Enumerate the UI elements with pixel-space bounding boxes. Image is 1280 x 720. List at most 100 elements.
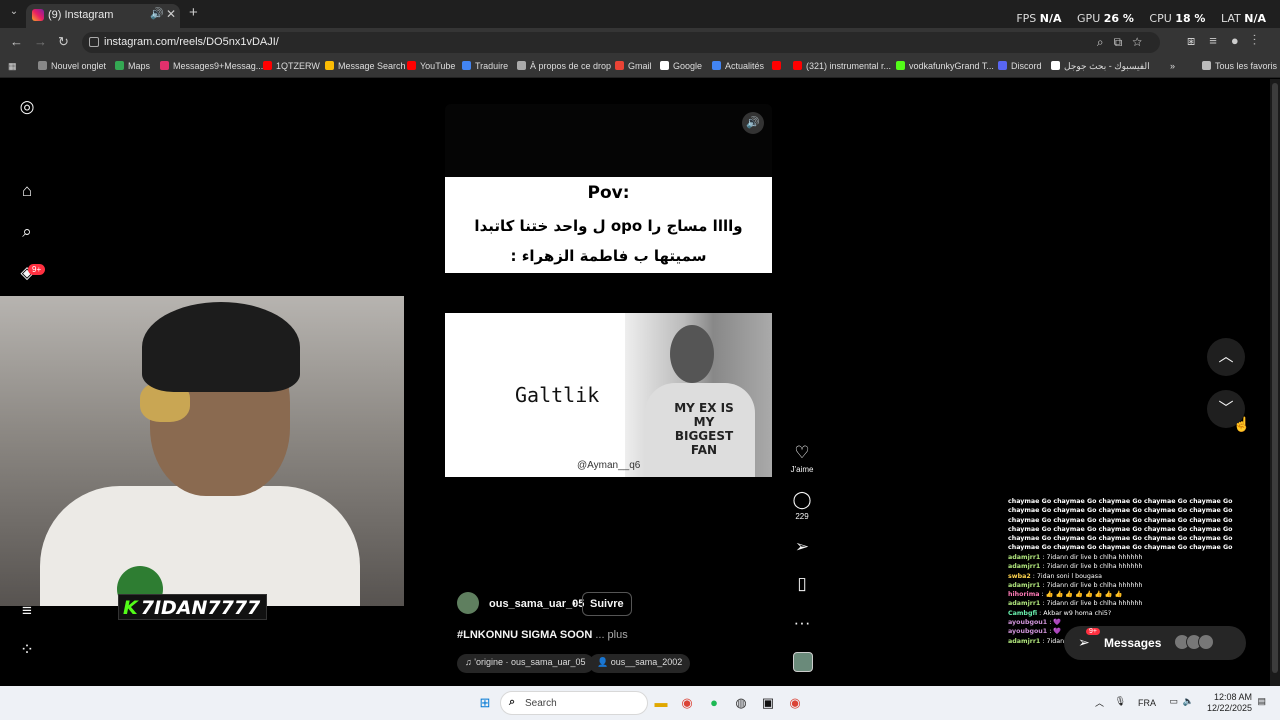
terminal-icon[interactable]: ▣ — [759, 694, 777, 712]
zoom-icon[interactable]: ⌕ — [1097, 35, 1114, 49]
bookmark-item[interactable]: vodkafunkyGrand T... — [896, 61, 994, 71]
tray-overflow-icon[interactable]: ︿ — [1095, 696, 1104, 709]
account-name[interactable]: ous_sama_uar_05 — [489, 598, 584, 610]
chat-username[interactable]: adamjrr1 — [1008, 600, 1040, 607]
webcam-beanie — [142, 302, 300, 392]
taskbar-clock[interactable]: 12:08 AM 12/22/2025 — [1206, 692, 1252, 714]
chat-username[interactable]: ayoubgou1 — [1008, 619, 1047, 626]
url-omnibox[interactable]: instagram.com/reels/DO5nx1vDAJI/ ⌕⧉☆ — [82, 32, 1160, 53]
chat-text: : 7idann dir live b chlha hhhhhh — [1042, 600, 1143, 608]
follow-button[interactable]: Suivre — [582, 592, 632, 616]
search-icon[interactable]: ⌕ — [17, 222, 37, 242]
chat-username[interactable]: adamjrr1 — [1008, 563, 1040, 570]
bookmark-item[interactable]: YouTube — [407, 61, 455, 71]
caption-arabic-text: واااا مساج را opo ل واحد ختنا كاتبدا سمي… — [474, 217, 743, 265]
bookmark-item[interactable]: Google — [660, 61, 702, 71]
tab-close-icon[interactable]: ✕ — [166, 7, 176, 21]
separator-dot: • — [572, 598, 576, 610]
reel-account-row: ous_sama_uar_05 • Suivre — [457, 592, 757, 616]
mute-toggle-icon[interactable]: 🔊 — [742, 112, 764, 134]
spotify-icon[interactable]: ● — [705, 694, 723, 712]
reload-icon[interactable]: ↻ — [58, 34, 69, 50]
bookmark-item[interactable]: Gmail — [615, 61, 652, 71]
bookmark-item[interactable]: Actualités — [712, 61, 764, 71]
chat-text: : 💜 — [1049, 628, 1062, 636]
bookmark-item[interactable]: (321) instrumental r... — [793, 61, 891, 71]
extensions-icon[interactable]: ⧆ — [1187, 33, 1209, 48]
bookmark-star-icon[interactable]: ☆ — [1132, 35, 1152, 49]
chat-username[interactable]: adamjrr1 — [1008, 638, 1040, 645]
chat-username[interactable]: swba2 — [1008, 573, 1031, 580]
apps-grid-icon[interactable]: ▦ — [8, 61, 17, 72]
media-control-icon[interactable]: ≡ — [1209, 33, 1231, 48]
meme-watermark: @Ayman__q6 — [577, 460, 641, 471]
new-tab-button[interactable]: + — [189, 4, 198, 21]
share-icon[interactable]: ➢ — [788, 537, 816, 557]
more-link[interactable]: ... plus — [595, 629, 627, 641]
audio-thumbnail[interactable] — [793, 652, 813, 672]
menu-kebab-icon[interactable]: ⋮ — [1253, 33, 1270, 48]
obs-icon[interactable]: ◍ — [732, 694, 750, 712]
bookmark-item[interactable]: Maps — [115, 61, 150, 71]
taskbar-search[interactable]: ⌕ Search — [500, 691, 648, 715]
taskbar-search-label: Search — [525, 698, 557, 709]
meta-apps-icon[interactable]: ⁘ — [17, 640, 37, 660]
profile-avatar-icon[interactable]: ● — [1231, 33, 1253, 48]
reel-video[interactable]: 🔊 Pov: واااا مساج را opo ل واحد ختنا كات… — [445, 104, 772, 686]
bookmark-item[interactable]: Message Search — [325, 61, 406, 71]
chrome-active-icon[interactable]: ◉ — [786, 694, 804, 712]
save-bookmark-icon[interactable]: ▯ — [788, 574, 816, 594]
site-info-icon[interactable] — [89, 37, 99, 47]
chat-username[interactable]: adamjrr1 — [1008, 582, 1040, 589]
back-arrow-icon[interactable]: ← — [10, 34, 23, 49]
bookmark-item[interactable]: Discord — [998, 61, 1042, 71]
notification-center-icon[interactable]: ▤ — [1257, 696, 1266, 707]
collab-chip[interactable]: 👤 ous__sama_2002 — [589, 654, 691, 673]
bookmark-item[interactable]: الفيسبوك - بحث جوجل — [1051, 61, 1150, 72]
url-text[interactable]: instagram.com/reels/DO5nx1vDAJI/ — [104, 36, 279, 48]
messages-badge: 9+ — [1086, 628, 1100, 635]
lat-label: LAT — [1220, 12, 1241, 25]
file-explorer-icon[interactable]: ▬ — [652, 694, 670, 712]
cast-icon[interactable]: ⧉ — [1114, 35, 1133, 49]
more-options-icon[interactable]: ··· — [788, 613, 816, 633]
meme-shirt-text: MY EX IS MY BIGGEST FAN — [674, 401, 734, 457]
account-avatar[interactable] — [457, 592, 479, 614]
bookmarks-overflow-icon[interactable]: » — [1170, 61, 1175, 71]
chat-username[interactable]: adamjrr1 — [1008, 554, 1040, 561]
gpu-value: 26 % — [1103, 12, 1134, 25]
scrollbar-thumb[interactable] — [1272, 83, 1278, 673]
bookmark-item[interactable] — [772, 61, 785, 71]
meme-image: Galtlik MY EX IS MY BIGGEST FAN @Ayman__… — [445, 313, 772, 477]
like-button[interactable]: ♡ J'aime — [788, 443, 816, 474]
network-icon[interactable]: ▭ — [1169, 696, 1178, 707]
chat-username[interactable]: ayoubgou1 — [1008, 628, 1047, 635]
chrome-icon[interactable]: ◉ — [678, 694, 696, 712]
instagram-logo-icon[interactable]: ◎ — [17, 97, 37, 117]
search-icon: ⌕ — [509, 696, 516, 708]
reel-description-text: #LNKONNU SIGMA SOON — [457, 629, 593, 641]
tab-audio-icon[interactable]: 🔊 — [150, 7, 164, 20]
previous-reel-button[interactable]: ︿ — [1207, 338, 1245, 376]
bookmark-item[interactable]: À propos de ce drop — [517, 61, 611, 71]
forward-arrow-icon[interactable]: → — [34, 34, 47, 49]
tab-instagram[interactable]: (9) Instagram 🔊 ✕ — [26, 4, 180, 28]
microphone-icon[interactable]: 🎙 — [1115, 696, 1126, 707]
page-scrollbar[interactable] — [1270, 79, 1280, 686]
bookmark-item[interactable]: Traduire — [462, 61, 508, 71]
bookmark-item[interactable]: Nouvel onglet — [38, 61, 106, 71]
tab-search-menu-icon[interactable]: ⌄ — [6, 6, 22, 22]
all-bookmarks-folder[interactable]: Tous les favoris — [1202, 61, 1277, 71]
bookmark-item[interactable]: Messages9+Messag... — [160, 61, 263, 71]
chat-username[interactable]: Cambgfi — [1008, 610, 1037, 617]
audio-chip[interactable]: ♫ 'origine · ous_sama_uar_05 — [457, 654, 594, 673]
language-indicator[interactable]: FRA — [1138, 698, 1156, 708]
chat-text: : 7idann dir live b chlha hhhhhh — [1042, 554, 1143, 561]
bookmark-item[interactable]: 1QTZERW — [263, 61, 320, 71]
messages-pill[interactable]: ➢ 9+ Messages — [1064, 626, 1246, 660]
volume-icon[interactable]: 🔈 — [1183, 696, 1194, 707]
home-icon[interactable]: ⌂ — [17, 181, 37, 201]
windows-start-icon[interactable]: ⊞ — [476, 694, 494, 712]
chat-username[interactable]: hihorima — [1008, 591, 1040, 598]
comment-button[interactable]: ◯ 229 — [788, 490, 816, 521]
